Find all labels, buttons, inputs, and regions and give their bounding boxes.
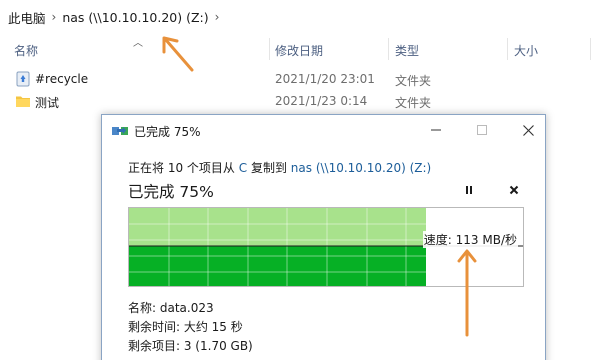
pause-icon[interactable] (458, 179, 480, 201)
minimize-icon[interactable] (413, 115, 459, 145)
chevron-right-icon[interactable]: › (215, 10, 220, 24)
file-explorer-window: 此电脑 › nas (\\10.10.10.20) (Z:) › ︿ 名称 修改… (0, 0, 616, 360)
source-link[interactable]: C (239, 161, 247, 175)
percent-complete: 已完成 75% (128, 183, 214, 201)
recycle-folder-icon (15, 71, 31, 87)
column-divider[interactable] (507, 38, 508, 60)
column-header: ︿ 名称 修改日期 类型 大小 (0, 34, 616, 64)
status-middle: 复制到 (250, 161, 287, 175)
copy-status-text: 正在将 10 个项目从 C 复制到 nas (\\10.10.10.20) (Z… (128, 159, 431, 176)
maximize-icon[interactable] (459, 115, 505, 145)
column-divider[interactable] (590, 38, 591, 60)
file-type: 文件夹 (395, 96, 432, 110)
column-name[interactable]: 名称 (14, 42, 38, 59)
file-name: 测试 (35, 96, 60, 110)
address-bar[interactable]: 此电脑 › nas (\\10.10.10.20) (Z:) › (0, 0, 616, 34)
time-remaining-line: 剩余时间: 大约 15 秒 (128, 320, 243, 334)
chevron-right-icon[interactable]: › (52, 10, 57, 24)
status-prefix: 正在将 10 个项目从 (128, 161, 235, 175)
file-name-line: 名称: data.023 (128, 301, 214, 315)
breadcrumb-this-pc[interactable]: 此电脑 (8, 8, 46, 27)
copy-progress-dialog: 已完成 75% 正在将 10 个项目从 C 复制到 nas (\\10.10.1… (101, 114, 546, 360)
file-type: 文件夹 (395, 74, 432, 88)
dialog-titlebar[interactable]: 已完成 75% (102, 115, 545, 146)
file-modified: 2021/1/23 0:14 (275, 94, 368, 108)
file-modified: 2021/1/20 23:01 (275, 72, 375, 86)
file-name: #recycle (35, 72, 89, 86)
speed-label: 速度: 113 MB/秒 (422, 231, 518, 248)
cancel-icon[interactable] (503, 179, 525, 201)
column-size[interactable]: 大小 (514, 42, 538, 59)
destination-link[interactable]: nas (\\10.10.10.20) (Z:) (291, 161, 431, 175)
sort-ascending-icon: ︿ (133, 38, 143, 49)
close-icon[interactable] (505, 115, 551, 145)
progress-fill (129, 246, 426, 286)
copy-transfer-icon (112, 124, 128, 137)
list-item[interactable]: 测试 2021/1/23 0:14 文件夹 (0, 90, 616, 112)
folder-icon (15, 93, 31, 109)
column-type[interactable]: 类型 (395, 42, 419, 59)
breadcrumb-nas-drive[interactable]: nas (\\10.10.10.20) (Z:) (62, 10, 208, 25)
dialog-title: 已完成 75% (134, 125, 201, 139)
column-divider[interactable] (388, 38, 389, 60)
column-modified[interactable]: 修改日期 (275, 42, 323, 59)
list-item[interactable]: #recycle 2021/1/20 23:01 文件夹 (0, 68, 616, 90)
column-divider[interactable] (269, 38, 270, 60)
transfer-speed-graph: 速度: 113 MB/秒 (128, 207, 524, 287)
items-remaining-line: 剩余项目: 3 (1.70 GB) (128, 339, 253, 353)
